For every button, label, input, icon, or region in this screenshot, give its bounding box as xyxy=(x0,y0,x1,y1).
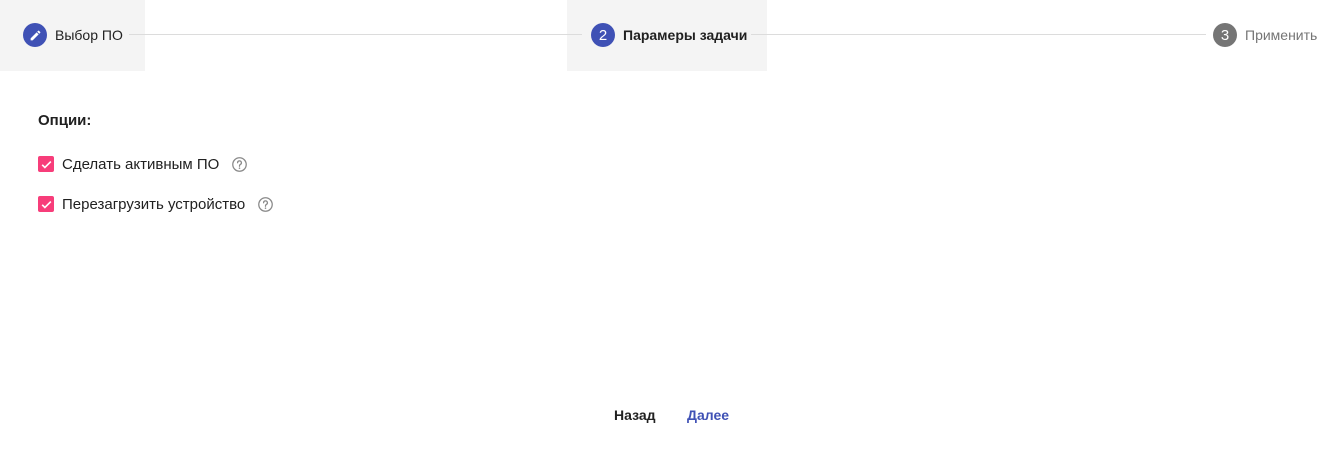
check-icon xyxy=(41,200,51,209)
pencil-icon xyxy=(23,23,47,47)
make-active-checkbox[interactable] xyxy=(38,156,54,172)
stepper: Выбор ПО 2 Парамеры задачи 3 Применить xyxy=(0,0,1341,71)
option-make-active: Сделать активным ПО xyxy=(38,154,248,174)
option-label[interactable]: Перезагрузить устройство xyxy=(62,196,245,213)
check-icon xyxy=(41,160,51,169)
step-connector xyxy=(751,34,1206,35)
step-label: Применить xyxy=(1245,27,1318,43)
step-select-software[interactable]: Выбор ПО xyxy=(23,22,123,48)
reboot-device-checkbox[interactable] xyxy=(38,196,54,212)
step-connector xyxy=(129,34,582,35)
step-apply[interactable]: 3 Применить xyxy=(1213,22,1317,48)
options-heading: Опции: xyxy=(38,112,92,129)
help-circle-icon[interactable] xyxy=(256,195,274,213)
option-label[interactable]: Сделать активным ПО xyxy=(62,156,219,173)
next-button[interactable]: Далее xyxy=(687,404,729,426)
back-button[interactable]: Назад xyxy=(614,404,656,426)
step-number-badge: 2 xyxy=(591,23,615,47)
step-label: Парамеры задачи xyxy=(623,27,748,43)
step-task-parameters[interactable]: 2 Парамеры задачи xyxy=(591,22,747,48)
step-number-badge: 3 xyxy=(1213,23,1237,47)
step-label: Выбор ПО xyxy=(55,27,123,43)
option-reboot-device: Перезагрузить устройство xyxy=(38,194,274,214)
task-wizard: Выбор ПО 2 Парамеры задачи 3 Применить О… xyxy=(0,0,1341,456)
help-circle-icon[interactable] xyxy=(230,155,248,173)
